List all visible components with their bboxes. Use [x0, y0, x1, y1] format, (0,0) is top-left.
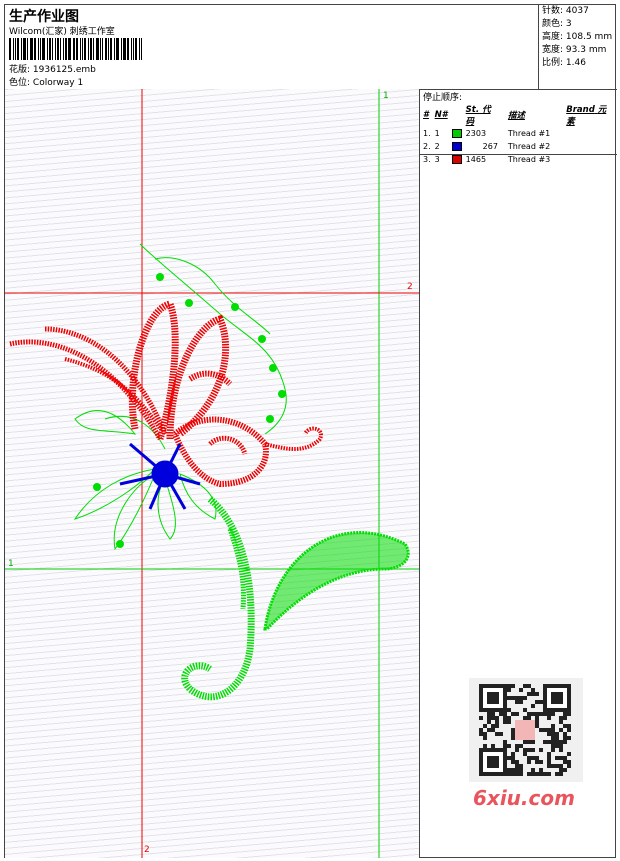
- red-butterfly-group: [9, 299, 323, 488]
- thread-swatch: [451, 129, 462, 138]
- colorway-row: 色位: Colorway 1: [9, 75, 83, 88]
- col-brand: Brand 元素: [566, 105, 607, 127]
- design-file-label: 花版:: [9, 65, 31, 75]
- col-st: St. 代码: [465, 105, 491, 127]
- red-horizontal-guide-label: 2: [407, 282, 413, 292]
- watermark-brand: 6xiu.com: [473, 786, 575, 810]
- green-horizontal-guide-label: 1: [8, 559, 14, 569]
- qr-code: [469, 678, 583, 782]
- canvas-divider: [419, 89, 420, 858]
- embroidery-design: [5, 89, 419, 858]
- col-swatch: [450, 103, 464, 127]
- sheet-title: 生产作业图: [9, 9, 79, 25]
- col-desc: 描述: [507, 111, 525, 121]
- thread-table: # N# St. 代码 描述 Brand 元素 1. 1 2303 Thread #…: [421, 103, 615, 166]
- design-stats: 针数: 4037 颜色: 3 高度: 108.5 mm 宽度: 93.3 mm …: [542, 5, 612, 70]
- design-file-value: 1936125.emb: [32, 65, 96, 75]
- barcode: [9, 38, 143, 60]
- red-vertical-guide-label: 2: [144, 845, 150, 855]
- green-dots-group: [93, 273, 286, 548]
- thread-swatch: [451, 155, 462, 164]
- design-file-row: 花版: 1936125.emb: [9, 62, 96, 75]
- thread-swatch: [451, 142, 462, 151]
- stats-divider: [538, 5, 539, 89]
- design-scale: 比例: 1.46: [542, 58, 586, 68]
- thread-row: 2. 2 267 Thread #2: [423, 142, 551, 151]
- col-index: #: [423, 110, 429, 120]
- colorway-label: 色位:: [9, 78, 31, 88]
- green-vertical-guide-label: 1: [383, 91, 389, 101]
- studio-name: Wilcom(汇家) 刺绣工作室: [9, 27, 115, 37]
- thread-row: 3. 3 1465 Thread #3: [423, 155, 551, 164]
- col-n: N#: [434, 110, 448, 120]
- colorway-value: Colorway 1: [32, 78, 84, 88]
- design-height: 高度: 108.5 mm: [542, 32, 613, 42]
- green-stem-group: [73, 243, 410, 701]
- color-count: 颜色: 3: [542, 19, 572, 29]
- design-width: 宽度: 93.3 mm: [542, 45, 607, 55]
- stitch-count: 针数: 4037: [542, 6, 589, 16]
- embroidery-canvas: 2 1 2 1: [5, 89, 419, 858]
- stop-sequence-title: 停止顺序:: [423, 93, 463, 103]
- thread-row: 1. 1 2303 Thread #1: [423, 129, 551, 138]
